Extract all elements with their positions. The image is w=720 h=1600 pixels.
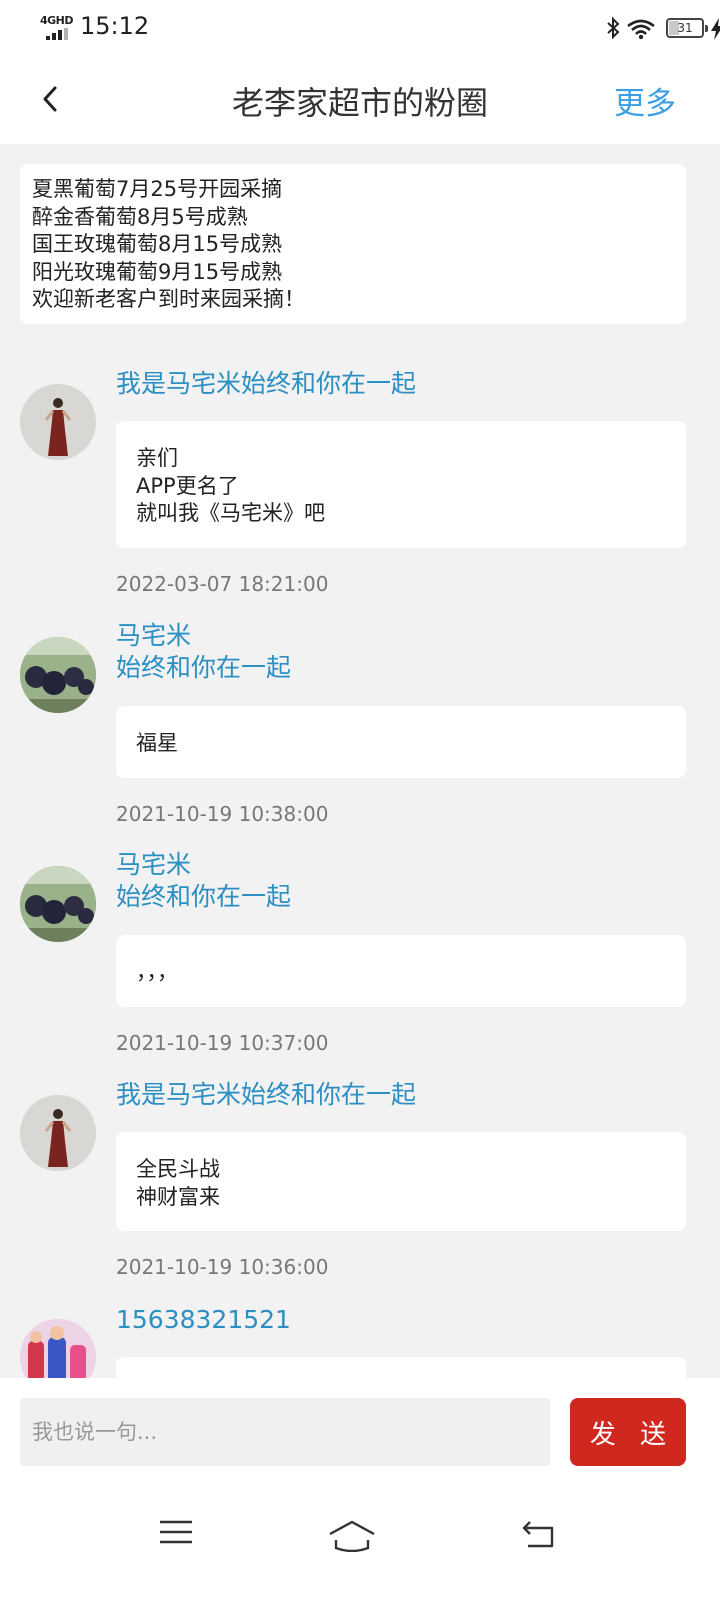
notice-line: 欢迎新老客户到时来园采摘！ (32, 287, 305, 311)
message-line: APP更名了 (136, 473, 239, 498)
more-button[interactable]: 更多 (614, 78, 676, 123)
status-time: 15:12 (80, 12, 150, 40)
post-timestamp: 2022-03-07 18:21:00 (116, 572, 329, 596)
notice-line: 国王玫瑰葡萄8月15号成熟 (32, 232, 283, 256)
post-timestamp: 2021-10-19 10:38:00 (116, 802, 329, 826)
toys-avatar-image (20, 1319, 96, 1378)
post-author[interactable]: 马宅米 始终和你在一起 (116, 849, 291, 913)
notice-line: 阳光玫瑰葡萄9月15号成熟 (32, 259, 283, 284)
status-bar: 4GHD 15:12 31 (0, 0, 720, 56)
home-button[interactable] (322, 1514, 382, 1562)
message-line: ，，， (136, 960, 178, 984)
back-icon (522, 1521, 554, 1548)
message-bubble (116, 1357, 686, 1378)
post-timestamp: 2021-10-19 10:37:00 (116, 1031, 329, 1055)
avatar[interactable] (20, 637, 96, 713)
network-type: 4GHD (40, 14, 74, 27)
notice-card: 夏黑葡萄7月25号开园采摘 醉金香葡萄8月5号成熟 国王玫瑰葡萄8月15号成熟 … (20, 164, 686, 324)
menu-icon (160, 1520, 192, 1544)
author-name-line: 始终和你在一起 (116, 882, 292, 911)
message-line: 亲们 (136, 446, 178, 470)
avatar[interactable] (20, 1095, 96, 1171)
message-line: 全民斗战 (136, 1157, 220, 1181)
message-bubble: 福星 (116, 706, 686, 778)
wifi-icon (627, 19, 655, 40)
avatar[interactable] (20, 384, 96, 460)
back-button[interactable] (30, 76, 74, 122)
post-author[interactable]: 我是马宅米始终和你在一起 (116, 368, 416, 400)
author-name-line: 我是马宅米始终和你在一起 (116, 1080, 417, 1109)
comment-input[interactable] (20, 1398, 550, 1466)
battery-icon: 31 (666, 18, 708, 38)
person-avatar-image (20, 1095, 96, 1171)
author-name-line: 我是马宅米始终和你在一起 (116, 369, 417, 398)
avatar[interactable] (20, 1319, 96, 1378)
page-title: 老李家超市的粉圈 (231, 84, 488, 122)
grape-avatar-image (20, 637, 96, 713)
message-bubble: 亲们 APP更名了 就叫我《马宅米》吧 (116, 421, 686, 548)
notice-line: 夏黑葡萄7月25号开园采摘 (32, 177, 283, 201)
battery-level: 31 (677, 21, 693, 35)
message-bubble: 全民斗战 神财富来 (116, 1132, 686, 1231)
author-name-line: 马宅米 (116, 621, 192, 650)
grape-avatar-image (20, 866, 96, 942)
feed-scroll-area[interactable]: 夏黑葡萄7月25号开园采摘 醉金香葡萄8月5号成熟 国王玫瑰葡萄8月15号成熟 … (0, 144, 720, 1378)
person-avatar-image (20, 384, 96, 460)
charging-icon (711, 18, 720, 40)
post-timestamp: 2021-10-19 10:36:00 (116, 1255, 329, 1279)
message-line: 福星 (136, 731, 178, 755)
message-line: 神财富来 (136, 1184, 220, 1209)
author-name-line: 马宅米 (116, 850, 192, 879)
chevron-left-icon (43, 86, 57, 112)
avatar[interactable] (20, 866, 96, 942)
post-author[interactable]: 15638321521 (116, 1304, 291, 1336)
system-nav-bar (0, 1488, 720, 1600)
header-bar: 老李家超市的粉圈 更多 (0, 56, 720, 144)
post-author[interactable]: 我是马宅米始终和你在一起 (116, 1079, 416, 1111)
author-name-line: 始终和你在一起 (116, 653, 292, 682)
notice-line: 醉金香葡萄8月5号成熟 (32, 204, 248, 229)
send-button[interactable]: 发 送 (570, 1398, 686, 1466)
menu-button[interactable] (150, 1514, 210, 1562)
message-line: 就叫我《马宅米》吧 (136, 501, 325, 525)
bluetooth-icon (607, 16, 620, 40)
post-author[interactable]: 马宅米 始终和你在一起 (116, 620, 291, 684)
author-name-line: 15638321521 (116, 1305, 291, 1334)
home-icon (329, 1520, 375, 1552)
message-bubble: ，，， (116, 935, 686, 1007)
signal-icon: 4GHD (40, 14, 74, 40)
composer-bar: 发 送 (0, 1378, 720, 1488)
back-nav-button[interactable] (512, 1514, 572, 1562)
